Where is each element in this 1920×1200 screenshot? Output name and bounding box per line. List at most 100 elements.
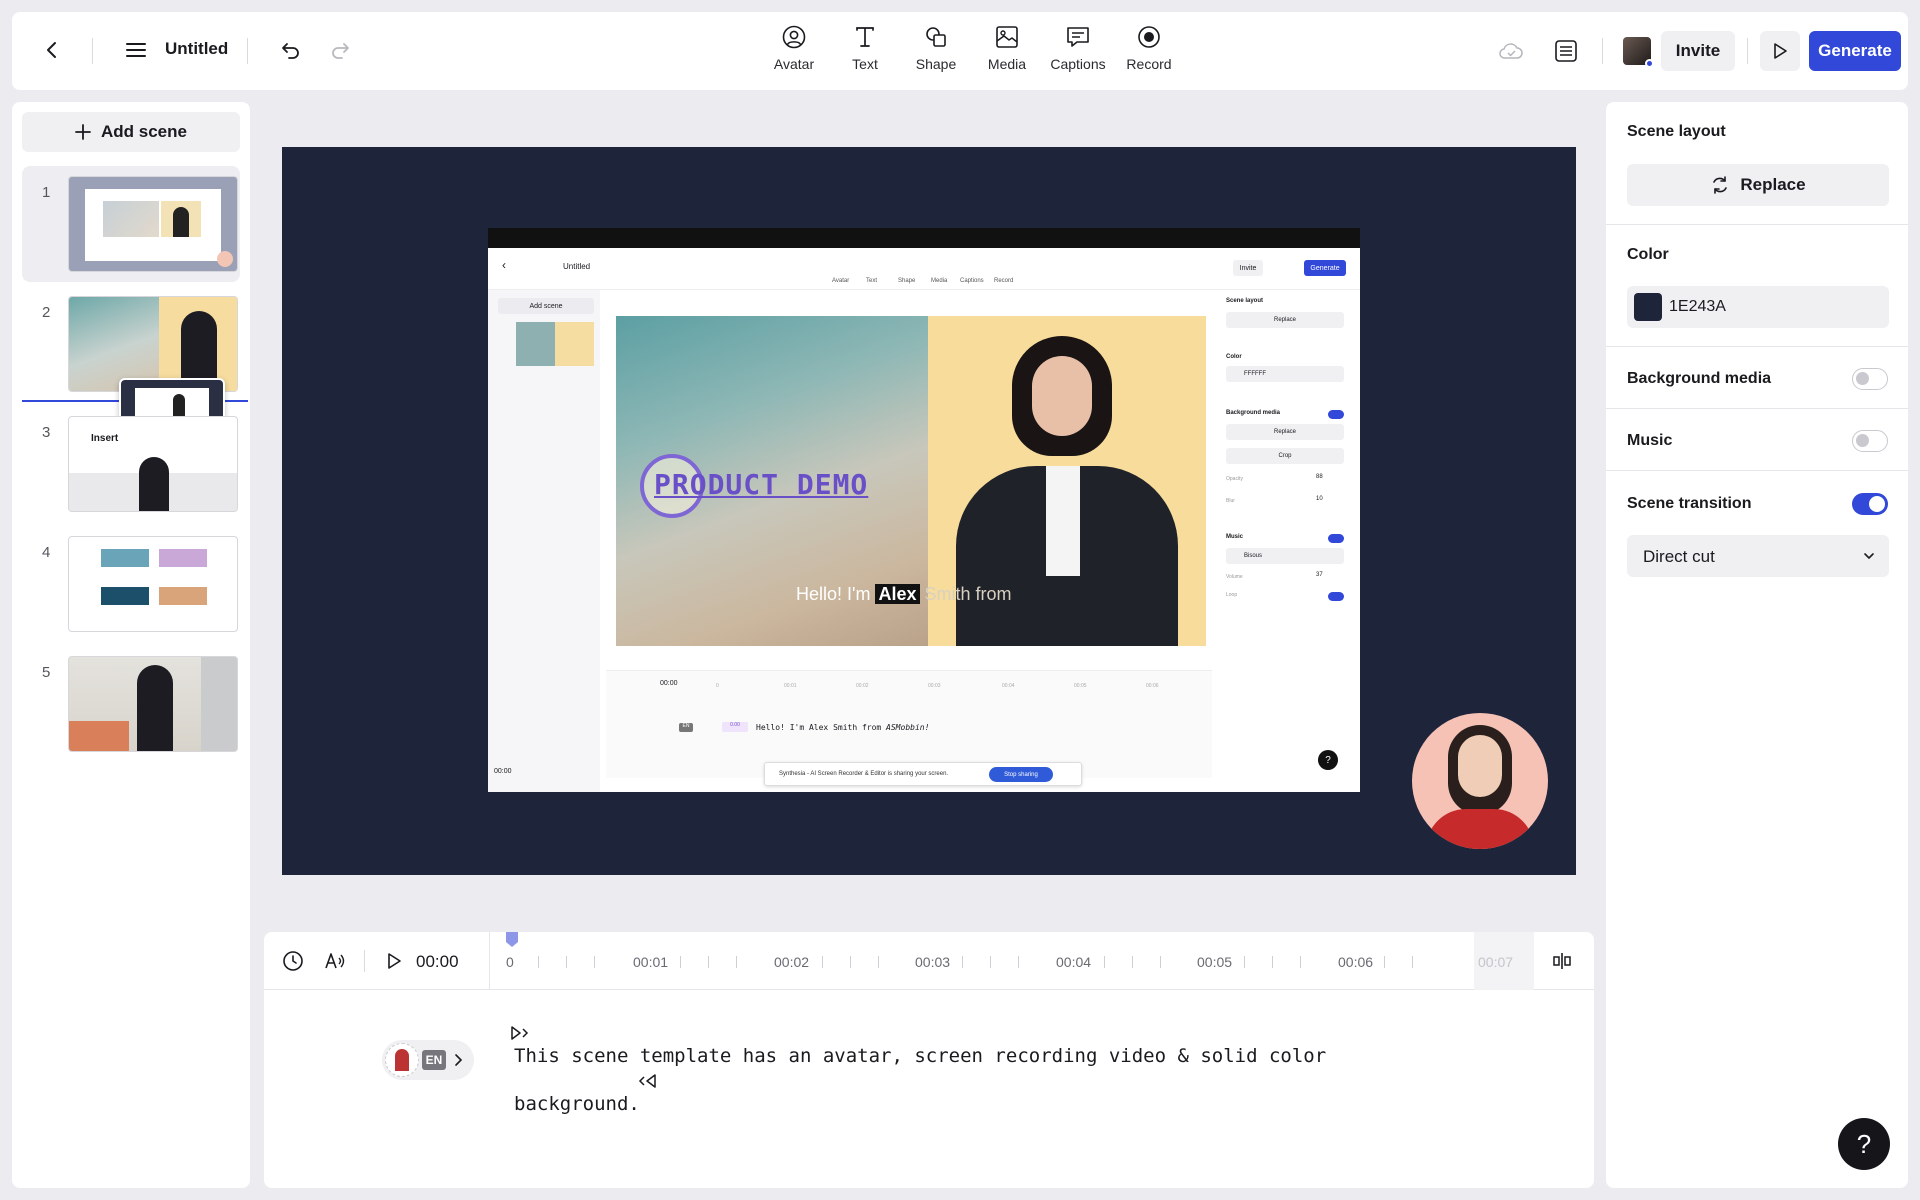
music-toggle[interactable]	[1852, 430, 1888, 452]
online-status-dot	[1645, 59, 1654, 68]
inner-label: Blur	[1226, 498, 1235, 504]
divider	[247, 38, 248, 64]
timeline-minor-tick	[566, 956, 567, 968]
redo-button[interactable]	[325, 34, 357, 66]
transition-select[interactable]: Direct cut	[1627, 535, 1889, 577]
divider	[1606, 346, 1908, 347]
preview-play-button[interactable]	[1760, 31, 1800, 71]
script-line-2[interactable]: background.	[514, 1093, 640, 1115]
pause-marker-icon[interactable]	[509, 1024, 531, 1042]
timeline-minor-tick	[1412, 956, 1413, 968]
thumb-avatar-bubble	[217, 251, 233, 267]
project-title[interactable]: Untitled	[165, 39, 228, 59]
inner-crop: Crop	[1226, 448, 1344, 464]
inner-toggle	[1328, 592, 1344, 601]
tool-shape[interactable]: Shape	[900, 24, 972, 80]
inner-badge: 0.00	[722, 722, 748, 732]
voice-settings-button[interactable]	[320, 948, 350, 974]
caption-highlight: Alex	[875, 584, 920, 604]
invite-button[interactable]: Invite	[1661, 31, 1735, 71]
scene-item-5[interactable]: 5	[22, 646, 240, 762]
playhead[interactable]	[503, 932, 521, 947]
thumb-avatar	[173, 207, 189, 237]
timeline-minor-tick	[822, 956, 823, 968]
scene-canvas[interactable]: ‹ Untitled Avatar Text Shape Media Capti…	[282, 147, 1576, 875]
inner-label: Loop	[1226, 592, 1238, 598]
scene-item-3[interactable]: 3 Insert	[22, 406, 240, 522]
chevron-down-icon	[1863, 550, 1875, 562]
inner-label: Scene layout	[1226, 298, 1264, 304]
play-icon	[1771, 42, 1789, 60]
language-badge: EN	[422, 1050, 446, 1070]
transition-select-value: Direct cut	[1643, 547, 1715, 566]
inner-help: ?	[1318, 750, 1338, 770]
timing-button[interactable]	[280, 948, 306, 974]
timeline-play-button[interactable]	[382, 949, 406, 973]
inner-toolbar: ‹ Untitled Avatar Text Shape Media Capti…	[488, 248, 1360, 290]
script-line-1[interactable]: This scene template has an avatar, scree…	[514, 1045, 1326, 1067]
color-field[interactable]: 1E243A	[1627, 286, 1889, 328]
replace-layout-button[interactable]: Replace	[1627, 164, 1889, 206]
tool-avatar[interactable]: Avatar	[758, 24, 830, 80]
help-button[interactable]: ?	[1838, 1118, 1890, 1170]
avatar-bubble[interactable]	[1412, 713, 1548, 849]
timeline-minor-tick	[1272, 956, 1273, 968]
inner-invite: Invite	[1233, 260, 1263, 276]
fit-width-icon	[1551, 950, 1573, 972]
menu-button[interactable]	[120, 34, 152, 66]
chevron-right-icon	[452, 1052, 466, 1068]
timeline-tick: 00:03	[915, 954, 951, 970]
color-hex-value: 1E243A	[1669, 298, 1726, 315]
hamburger-menu-icon	[125, 39, 147, 61]
tool-captions[interactable]: Captions	[1042, 24, 1114, 80]
voice-language-chip[interactable]: EN	[382, 1040, 474, 1080]
tool-text[interactable]: Text	[829, 24, 901, 80]
scene-number: 2	[42, 304, 51, 321]
generate-button[interactable]: Generate	[1809, 31, 1901, 71]
media-icon	[994, 24, 1020, 50]
inner-tool-label: Avatar	[832, 278, 850, 284]
divider	[1747, 38, 1748, 64]
pause-marker-end-icon[interactable]	[636, 1072, 658, 1090]
inner-label: Volume	[1226, 574, 1243, 580]
background-media-toggle[interactable]	[1852, 368, 1888, 390]
inner-tick: 00:03	[928, 683, 941, 689]
timeline-minor-tick	[962, 956, 963, 968]
thumb-text: Insert	[91, 433, 119, 444]
redo-icon	[330, 39, 352, 61]
undo-button[interactable]	[274, 34, 306, 66]
timeline-current-time: 00:00	[416, 952, 459, 971]
inner-color-value: FFFFFF	[1226, 366, 1344, 382]
scene-item-4[interactable]: 4	[22, 526, 240, 642]
scene-item-1[interactable]: 1	[22, 166, 240, 282]
refresh-icon	[1710, 175, 1730, 195]
undo-icon	[279, 39, 301, 61]
tool-media[interactable]: Media	[971, 24, 1043, 80]
tool-label: Record	[1126, 56, 1172, 72]
timeline-minor-tick	[1104, 956, 1105, 968]
screen-recording-video[interactable]: ‹ Untitled Avatar Text Shape Media Capti…	[488, 228, 1360, 792]
inner-tick: 00:05	[1074, 683, 1087, 689]
tool-record[interactable]: Record	[1113, 24, 1185, 80]
avatar-face	[1032, 356, 1092, 436]
color-swatch[interactable]	[1634, 293, 1662, 321]
scene-thumbnail	[68, 536, 238, 632]
scene-transition-toggle[interactable]	[1852, 493, 1888, 515]
captions-icon	[1065, 24, 1091, 50]
back-button[interactable]	[36, 34, 68, 66]
fit-timeline-button[interactable]	[1548, 948, 1576, 974]
recording-window-bar	[488, 228, 1360, 248]
inner-tick: 00:06	[1146, 683, 1159, 689]
scene-thumbnail	[68, 176, 238, 272]
thumb-screen	[85, 189, 221, 261]
user-avatar[interactable]	[1623, 37, 1654, 68]
notes-button[interactable]	[1549, 34, 1583, 68]
inner-scene-thumb	[516, 322, 594, 366]
timeline-tick: 0	[506, 954, 514, 970]
timeline-minor-tick	[1160, 956, 1161, 968]
inner-tool-label: Media	[931, 278, 948, 284]
scene-transition-heading: Scene transition	[1627, 495, 1752, 512]
tool-label: Media	[987, 56, 1027, 72]
add-scene-button[interactable]: Add scene	[22, 112, 240, 152]
thumb-avatar	[137, 665, 173, 751]
